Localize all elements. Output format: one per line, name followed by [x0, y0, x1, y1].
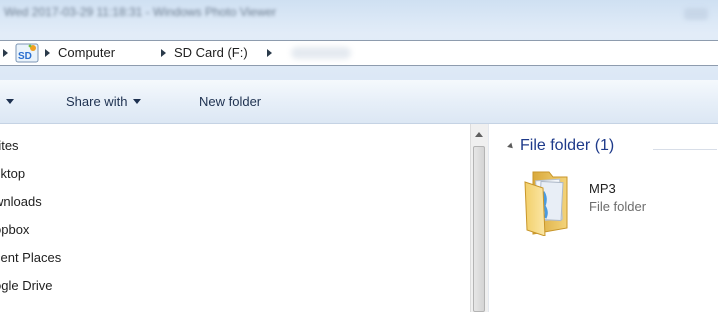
navigation-pane: rites sktop wnloads opbox cent Places og… [0, 124, 468, 312]
address-ghost [291, 47, 351, 59]
nav-item-desktop[interactable]: sktop [0, 166, 25, 181]
folder-icon[interactable] [523, 168, 573, 236]
share-with-caret-icon [133, 99, 142, 105]
nav-item-google-drive[interactable]: ogle Drive [0, 278, 53, 293]
nav-item-dropbox[interactable]: opbox [0, 222, 29, 237]
svg-text:SD: SD [18, 51, 32, 62]
breadcrumb-sd-card[interactable]: SD Card (F:) [174, 45, 248, 60]
share-with-button[interactable]: Share with [66, 94, 142, 109]
back-arrow-icon[interactable] [3, 49, 8, 57]
breadcrumb-separator-icon[interactable] [161, 49, 166, 57]
window-title: Wed 2017-03-29 11:18:31 - Windows Photo … [4, 5, 277, 19]
breadcrumb-computer[interactable]: Computer [58, 45, 115, 60]
scroll-thumb[interactable] [473, 146, 485, 312]
address-row: SD Computer SD Card (F:) [0, 34, 718, 80]
group-header[interactable]: File folder (1) [520, 137, 614, 155]
address-bar[interactable]: SD Computer SD Card (F:) [0, 40, 718, 66]
share-with-label: Share with [66, 94, 128, 109]
content-pane: File folder (1) MP3 File folder [489, 124, 718, 312]
group-divider [653, 149, 717, 150]
sd-card-icon: SD [15, 43, 39, 63]
folder-type: File folder [589, 199, 647, 214]
scroll-up-icon[interactable] [475, 132, 483, 137]
group-collapse-icon[interactable] [507, 142, 515, 151]
organize-caret-icon [5, 99, 14, 105]
title-bar: Wed 2017-03-29 11:18:31 - Windows Photo … [0, 0, 718, 34]
window-controls[interactable] [684, 8, 708, 20]
nav-item-recent-places[interactable]: cent Places [0, 250, 61, 265]
folder-name[interactable]: MP3 [589, 181, 616, 196]
breadcrumb-separator-icon[interactable] [267, 49, 272, 57]
organize-menu[interactable]: : [0, 94, 14, 109]
nav-scrollbar[interactable] [470, 124, 488, 312]
command-toolbar: : Share with New folder [0, 80, 718, 124]
nav-item-favorites[interactable]: rites [0, 138, 19, 153]
nav-item-downloads[interactable]: wnloads [0, 194, 42, 209]
new-folder-button[interactable]: New folder [199, 94, 261, 109]
breadcrumb-separator-icon[interactable] [45, 49, 50, 57]
